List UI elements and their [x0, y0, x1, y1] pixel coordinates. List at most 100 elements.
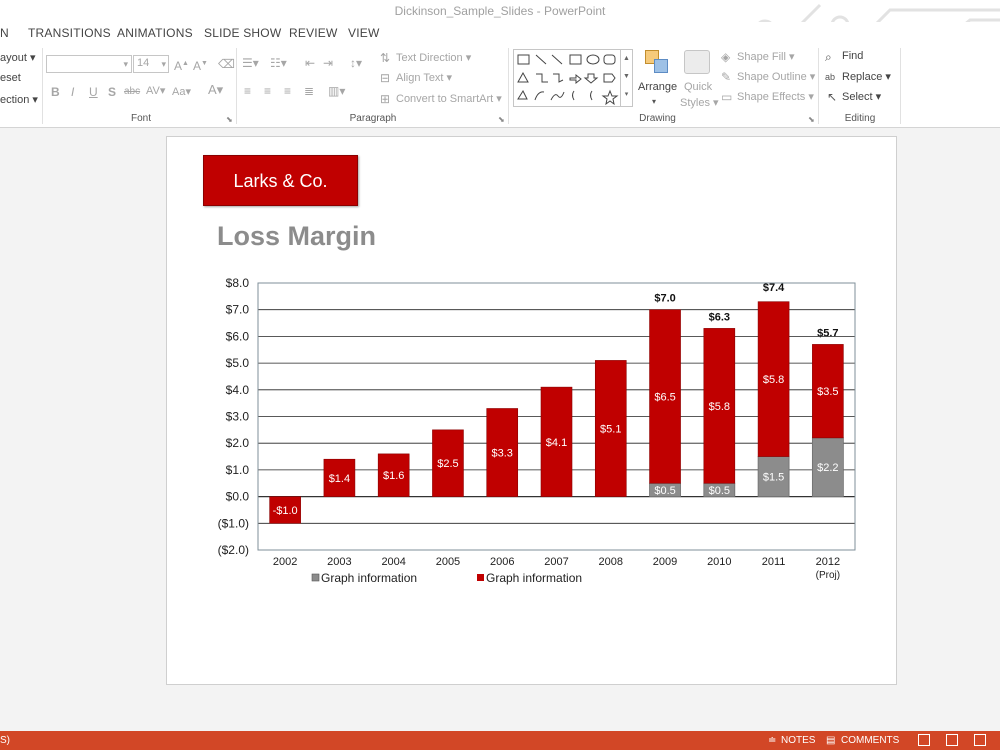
- section-button[interactable]: ection ▾: [0, 93, 38, 106]
- dialog-launcher-icon[interactable]: ⬊: [808, 115, 815, 124]
- data-label-gray: $2.2: [817, 462, 838, 474]
- replace-icon: ab: [825, 72, 836, 82]
- y-tick-label: $6.0: [226, 329, 250, 343]
- line-spacing-icon[interactable]: ↕▾: [350, 56, 362, 70]
- align-text-button[interactable]: Align Text ▾: [396, 71, 452, 84]
- slide-sorter-icon[interactable]: [946, 734, 958, 746]
- clear-formatting-icon[interactable]: ⌫: [218, 57, 235, 71]
- select-button[interactable]: Select ▾: [842, 90, 881, 103]
- find-button[interactable]: Find: [842, 50, 863, 62]
- tab-transitions[interactable]: TRANSITIONS: [28, 26, 111, 40]
- text-direction-icon: ⇅: [380, 51, 391, 65]
- ribbon: ayout ▾ eset ection ▾ ▾ 14 ▾ A▲ A▼ ⌫ B I…: [0, 44, 1000, 128]
- comments-icon: ▤: [826, 735, 836, 746]
- shrink-font-icon[interactable]: A▼: [193, 57, 208, 73]
- font-name-combo[interactable]: ▾: [46, 55, 132, 73]
- bold-icon[interactable]: B: [51, 85, 60, 99]
- align-text-icon: ⊟: [380, 71, 391, 85]
- font-size-combo[interactable]: 14 ▾: [133, 55, 169, 73]
- x-tick-label: 2005: [436, 556, 460, 568]
- y-tick-label: $0.0: [226, 490, 250, 504]
- arrange-icon: [645, 50, 669, 74]
- italic-icon[interactable]: I: [71, 85, 74, 99]
- columns-icon[interactable]: ▥▾: [328, 84, 345, 98]
- separator: [818, 48, 819, 124]
- align-center-icon[interactable]: ≡: [264, 84, 271, 98]
- y-tick-label: ($1.0): [218, 516, 249, 530]
- shapes-gallery-icons: [517, 54, 619, 106]
- tab-view[interactable]: VIEW: [348, 26, 379, 40]
- tab-home[interactable]: N: [0, 26, 9, 40]
- tab-review[interactable]: REVIEW: [289, 26, 338, 40]
- data-label-red: $5.1: [600, 424, 621, 436]
- font-color-icon[interactable]: A▾: [208, 83, 223, 97]
- font-size-value: 14: [137, 57, 150, 69]
- legend-label-red: Graph information: [486, 571, 582, 585]
- underline-icon[interactable]: U: [89, 85, 98, 99]
- reset-button[interactable]: eset: [0, 72, 21, 84]
- text-direction-button[interactable]: Text Direction ▾: [396, 51, 471, 64]
- data-label-red: $3.3: [492, 448, 513, 460]
- reading-view-icon[interactable]: [974, 734, 986, 746]
- total-label: $7.4: [763, 282, 785, 294]
- increase-indent-icon[interactable]: ⇥: [323, 56, 333, 70]
- data-label-red: $4.1: [546, 437, 567, 449]
- loss-margin-chart[interactable]: $8.0 $7.0 $6.0 $5.0 $4.0 $3.0 $2.0 $1.0 $0.0 ($1.…: [167, 137, 896, 684]
- effects-icon: ▭: [721, 90, 733, 104]
- y-tick-label: $2.0: [226, 436, 250, 450]
- convert-smartart-button[interactable]: Convert to SmartArt ▾: [396, 92, 502, 105]
- shadow-icon[interactable]: S: [108, 85, 116, 99]
- character-spacing-icon[interactable]: AV▾: [146, 84, 165, 98]
- tab-slide-show[interactable]: SLIDE SHOW: [204, 26, 281, 40]
- notes-button[interactable]: NOTES: [781, 735, 815, 746]
- change-case-icon[interactable]: Aa▾: [172, 85, 191, 99]
- quick-styles-icon: [684, 50, 710, 74]
- data-label-red: $3.5: [817, 386, 838, 398]
- data-label-red: $1.6: [383, 470, 404, 482]
- tab-animations[interactable]: ANIMATIONS: [117, 26, 193, 40]
- replace-button[interactable]: Replace ▾: [842, 70, 891, 83]
- comments-button[interactable]: COMMENTS: [841, 735, 899, 746]
- arrange-button[interactable]: Arrange: [638, 81, 677, 93]
- normal-view-icon[interactable]: [918, 734, 930, 746]
- data-label-red: $1.4: [329, 473, 350, 485]
- shape-effects-button[interactable]: Shape Effects ▾: [737, 90, 814, 103]
- slide-counter: S): [0, 735, 10, 746]
- shape-outline-button[interactable]: Shape Outline ▾: [737, 70, 815, 83]
- justify-icon[interactable]: ≣: [304, 84, 314, 98]
- shape-fill-button[interactable]: Shape Fill ▾: [737, 50, 795, 63]
- bullets-icon[interactable]: ☰▾: [242, 56, 259, 70]
- y-tick-label: $7.0: [226, 303, 250, 317]
- y-tick-label: $4.0: [226, 383, 250, 397]
- numbering-icon[interactable]: ☷▾: [270, 56, 287, 70]
- total-label: $5.7: [817, 327, 838, 339]
- quick-styles-button[interactable]: Quick: [684, 81, 712, 93]
- align-left-icon[interactable]: ≡: [244, 84, 251, 98]
- layout-button[interactable]: ayout ▾: [0, 51, 36, 64]
- data-label-gray: $0.5: [654, 485, 675, 497]
- x-tick-label: 2010: [707, 556, 731, 568]
- data-label-red: -$1.0: [273, 505, 298, 517]
- y-tick-label: $5.0: [226, 356, 250, 370]
- x-tick-label: 2009: [653, 556, 677, 568]
- align-right-icon[interactable]: ≡: [284, 84, 291, 98]
- status-bar: S) ≐ NOTES ▤ COMMENTS: [0, 731, 1000, 750]
- separator: [508, 48, 509, 124]
- pen-icon: ✎: [721, 70, 732, 84]
- x-tick-label: 2011: [762, 556, 786, 568]
- dialog-launcher-icon[interactable]: ⬊: [498, 115, 505, 124]
- x-tick-label: 2008: [599, 556, 623, 568]
- x-tick-sublabel: (Proj): [816, 570, 840, 581]
- data-label-gray: $1.5: [763, 472, 784, 484]
- x-tick-label: 2006: [490, 556, 514, 568]
- dialog-launcher-icon[interactable]: ⬊: [226, 115, 233, 124]
- smartart-icon: ⊞: [380, 92, 391, 106]
- grow-font-icon[interactable]: A▲: [174, 57, 189, 73]
- slide-canvas[interactable]: Larks & Co. Loss Margin $8.0 $7.0 $6.0 $5.0…: [166, 136, 897, 685]
- decrease-indent-icon[interactable]: ⇤: [305, 56, 315, 70]
- x-tick-label: 2002: [273, 556, 297, 568]
- shapes-gallery[interactable]: ▲ ▼ ▾: [513, 49, 633, 107]
- strikethrough-icon[interactable]: abc: [124, 85, 140, 99]
- gallery-scroll[interactable]: ▲ ▼ ▾: [620, 50, 632, 106]
- paint-bucket-icon: ◈: [721, 50, 731, 64]
